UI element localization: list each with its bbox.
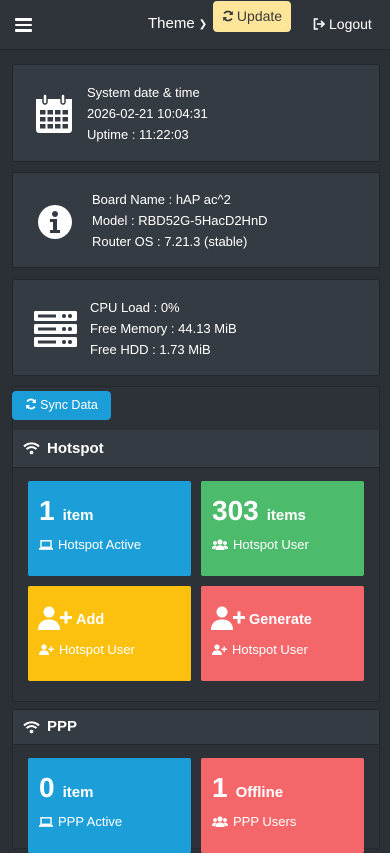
ppp-offline-tile[interactable]: 1 Offline PPP Users [201, 758, 364, 853]
server-icon [34, 311, 77, 347]
chevron-down-icon: ❯ [198, 19, 208, 30]
sign-out-icon [313, 18, 326, 30]
free-memory: Free Memory : 44.13 MiB [90, 321, 237, 336]
update-button[interactable]: Update [213, 1, 291, 32]
hotspot-active-count: 1 [39, 495, 55, 526]
add-hotspot-user-label: Hotspot User [59, 642, 135, 657]
hotspot-users-tile[interactable]: 303 items Hotspot User [201, 481, 364, 576]
board-model: Model : RBD52G-5HacD2HnD [92, 213, 268, 228]
menu-icon[interactable] [15, 18, 32, 32]
ppp-active-label: PPP Active [58, 814, 123, 829]
user-plus-icon [39, 644, 54, 655]
ppp-title: PPP [47, 718, 78, 735]
generate-hotspot-user-label: Hotspot User [232, 642, 308, 657]
calendar-icon [36, 93, 72, 133]
users-icon [212, 816, 228, 827]
hotspot-active-label: Hotspot Active [58, 537, 142, 552]
user-plus-icon [211, 606, 245, 630]
ppp-offline-count: 1 [212, 772, 228, 803]
laptop-icon [39, 817, 53, 827]
refresh-icon [26, 398, 37, 410]
wifi-icon [23, 721, 40, 734]
ppp-active-tile[interactable]: 0 item PPP Active [28, 758, 191, 853]
board-name: Board Name : hAP ac^2 [92, 192, 231, 207]
refresh-icon [223, 10, 233, 22]
top-navbar: Theme ❯ Logout [0, 0, 390, 50]
update-label: Update [236, 8, 283, 24]
sync-data-label: Sync Data [40, 398, 98, 412]
system-time-label: System date & time [87, 85, 200, 100]
board-info-card: Board Name : hAP ac^2 Model : RBD52G-5Ha… [12, 172, 380, 268]
wifi-icon [23, 442, 40, 455]
ppp-active-unit: item [62, 784, 94, 801]
theme-dropdown[interactable]: Theme ❯ [148, 15, 207, 32]
logout-label: Logout [329, 16, 372, 32]
hotspot-active-tile[interactable]: 1 item Hotspot Active [28, 481, 191, 576]
hotspot-users-label: Hotspot User [233, 537, 309, 552]
theme-label: Theme [148, 15, 195, 32]
generate-hotspot-user-tile[interactable]: Generate Hotspot User [201, 586, 364, 681]
add-hotspot-user-tile[interactable]: Add Hotspot User [28, 586, 191, 681]
hotspot-header: Hotspot [13, 430, 379, 468]
users-icon [212, 539, 228, 550]
sync-data-button[interactable]: Sync Data [12, 391, 111, 420]
system-time-card: System date & time 2026-02-21 10:04:31 U… [12, 64, 380, 162]
system-datetime: 2026-02-21 10:04:31 [87, 106, 208, 121]
hotspot-users-unit: items [266, 507, 306, 524]
ppp-header: PPP [13, 710, 379, 745]
resources-card: CPU Load : 0% Free Memory : 44.13 MiB Fr… [12, 279, 380, 376]
hotspot-active-unit: item [62, 507, 94, 524]
logout-link[interactable]: Logout [313, 16, 372, 32]
ppp-offline-unit: Offline [235, 784, 284, 801]
ppp-users-label: PPP Users [233, 814, 297, 829]
ppp-active-count: 0 [39, 772, 55, 803]
system-uptime: Uptime : 11:22:03 [87, 127, 189, 142]
laptop-icon [39, 540, 53, 550]
user-plus-icon [38, 606, 72, 630]
add-title: Add [76, 612, 105, 628]
router-os-version: Router OS : 7.21.3 (stable) [92, 234, 248, 249]
info-icon [38, 205, 72, 239]
hotspot-users-count: 303 [212, 495, 259, 526]
generate-title: Generate [249, 612, 312, 628]
hotspot-title: Hotspot [47, 440, 104, 457]
cpu-load: CPU Load : 0% [90, 300, 180, 315]
user-plus-icon [212, 644, 227, 655]
free-hdd: Free HDD : 1.73 MiB [90, 342, 211, 357]
